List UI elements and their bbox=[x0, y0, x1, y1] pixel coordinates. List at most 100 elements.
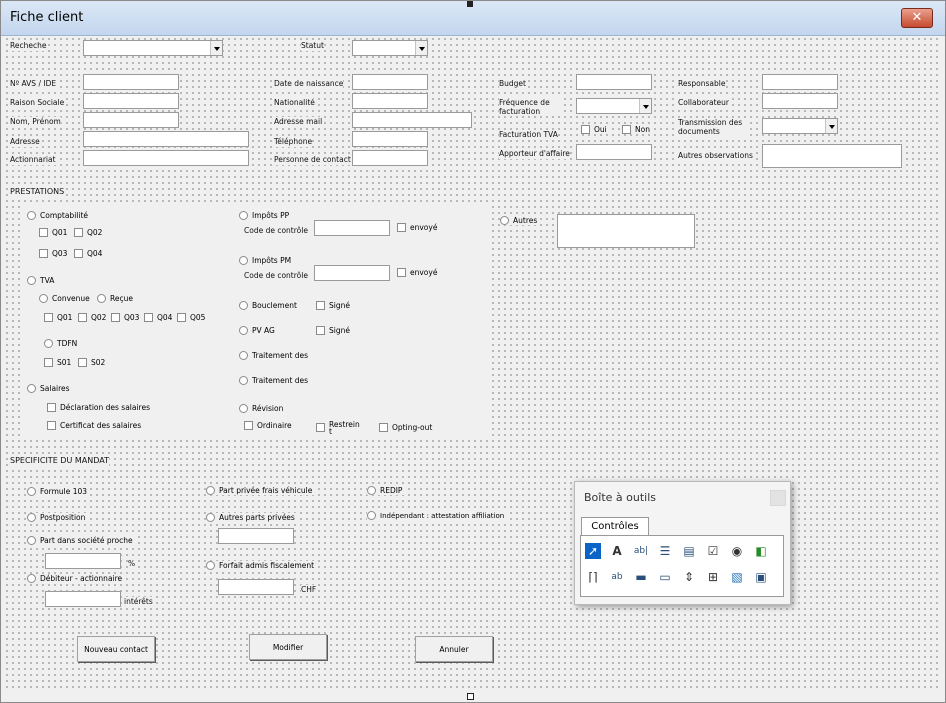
tabstrip-icon[interactable]: ▬ bbox=[633, 569, 649, 585]
traitement1-option[interactable]: Traitement des bbox=[239, 351, 311, 360]
ordinaire-checkbox[interactable]: Ordinaire bbox=[244, 421, 294, 430]
oui-checkbox[interactable]: Oui bbox=[581, 125, 609, 134]
autres-observations-field[interactable] bbox=[762, 144, 902, 168]
telephone-field[interactable] bbox=[352, 131, 428, 147]
multipage-icon[interactable]: ▭ bbox=[657, 569, 673, 585]
combobox-icon[interactable]: ☰ bbox=[657, 543, 673, 559]
independant-option[interactable]: Indépendant : attestation affiliation bbox=[367, 511, 507, 520]
q03-checkbox[interactable]: Q03 bbox=[39, 249, 70, 258]
non-checkbox[interactable]: Non bbox=[622, 125, 652, 134]
date-naissance-field[interactable] bbox=[352, 74, 428, 90]
forfait-option[interactable]: Forfait admis fiscalement bbox=[206, 561, 317, 570]
pv-ag-option[interactable]: PV AG bbox=[239, 326, 277, 335]
code-controle-pp-field[interactable] bbox=[314, 220, 390, 236]
certificat-checkbox[interactable]: Certificat des salaires bbox=[47, 421, 144, 430]
scrollbar-icon[interactable]: ⇕ bbox=[681, 569, 697, 585]
interets-field[interactable] bbox=[45, 591, 121, 607]
select-objects-icon[interactable]: ➚ bbox=[585, 543, 601, 559]
declaration-checkbox[interactable]: Déclaration des salaires bbox=[47, 403, 152, 412]
envoye-pm-checkbox[interactable]: envoyé bbox=[397, 268, 440, 277]
tva-q02-checkbox[interactable]: Q02 bbox=[78, 313, 109, 322]
debiteur-option[interactable]: Débiteur - actionnaire bbox=[27, 574, 125, 583]
postposition-option[interactable]: Postposition bbox=[27, 513, 88, 522]
textbox-icon[interactable]: ab| bbox=[633, 543, 649, 559]
tva-q05-checkbox[interactable]: Q05 bbox=[177, 313, 208, 322]
autres-field[interactable] bbox=[557, 214, 695, 248]
forfait-field[interactable] bbox=[218, 579, 294, 595]
recheche-combobox[interactable] bbox=[83, 40, 223, 56]
part-societe-option[interactable]: Part dans société proche bbox=[27, 536, 135, 545]
frame-icon[interactable]: ⌈⌉ bbox=[585, 569, 601, 585]
adresse-field[interactable] bbox=[83, 131, 249, 147]
label-icon[interactable]: A bbox=[609, 543, 625, 559]
nouveau-contact-button[interactable]: Nouveau contact bbox=[77, 636, 155, 662]
tva-q01-checkbox[interactable]: Q01 bbox=[44, 313, 75, 322]
impots-pp-option[interactable]: Impôts PP bbox=[239, 211, 292, 220]
convenue-option[interactable]: Convenue bbox=[39, 294, 92, 303]
impots-pm-option[interactable]: Impôts PM bbox=[239, 256, 294, 265]
bouclement-option[interactable]: Bouclement bbox=[239, 301, 299, 310]
formule-103-option[interactable]: Formule 103 bbox=[27, 487, 90, 496]
personne-contact-field[interactable] bbox=[352, 150, 428, 166]
envoye-pp-checkbox[interactable]: envoyé bbox=[397, 223, 440, 232]
code-controle-pm-field[interactable] bbox=[314, 265, 390, 281]
form-design-canvas[interactable]: Recheche Statut Nº AVS / IDE Raison Soci… bbox=[4, 36, 942, 690]
apporteur-field[interactable] bbox=[576, 144, 652, 160]
resize-handle-top[interactable] bbox=[467, 1, 473, 7]
tva-option[interactable]: TVA bbox=[27, 276, 57, 285]
commandbutton-icon[interactable]: ab bbox=[609, 569, 625, 585]
part-societe-field[interactable] bbox=[45, 553, 121, 569]
traitement2-option[interactable]: Traitement des bbox=[239, 376, 311, 385]
adresse-mail-field[interactable] bbox=[352, 112, 472, 128]
nom-prenom-field[interactable] bbox=[83, 112, 179, 128]
listbox-icon[interactable]: ▤ bbox=[681, 543, 697, 559]
annuler-button[interactable]: Annuler bbox=[415, 636, 493, 662]
transmission-combobox[interactable] bbox=[762, 118, 838, 134]
toolbox-close-icon[interactable] bbox=[770, 490, 786, 506]
optionbutton-icon[interactable]: ◉ bbox=[729, 543, 745, 559]
checkbox-icon[interactable]: ☑ bbox=[705, 543, 721, 559]
frequence-combobox[interactable] bbox=[576, 98, 652, 114]
revision-option[interactable]: Révision bbox=[239, 404, 286, 413]
part-privee-option[interactable]: Part privée frais véhicule bbox=[206, 486, 315, 495]
chevron-down-icon[interactable] bbox=[825, 119, 837, 133]
collaborateur-field[interactable] bbox=[762, 93, 838, 109]
responsable-field[interactable] bbox=[762, 74, 838, 90]
actionnariat-field[interactable] bbox=[83, 150, 249, 166]
togglebutton-icon[interactable]: ◧ bbox=[753, 543, 769, 559]
nationalite-field[interactable] bbox=[352, 93, 428, 109]
refedit-icon[interactable]: ▣ bbox=[753, 569, 769, 585]
toolbox-palette[interactable]: Boîte à outils Contrôles ➚ A ab| ☰ ▤ ☑ ◉… bbox=[574, 481, 791, 605]
autres-parts-option[interactable]: Autres parts privées bbox=[206, 513, 297, 522]
autres-parts-field[interactable] bbox=[218, 528, 294, 544]
q01-checkbox[interactable]: Q01 bbox=[39, 228, 70, 237]
salaires-option[interactable]: Salaires bbox=[27, 384, 72, 393]
tva-q04-checkbox[interactable]: Q04 bbox=[144, 313, 175, 322]
close-button[interactable]: ✕ bbox=[901, 8, 933, 28]
chevron-down-icon[interactable] bbox=[210, 41, 222, 55]
chevron-down-icon[interactable] bbox=[639, 99, 651, 113]
bouclement-signe-checkbox[interactable]: Signé bbox=[316, 301, 352, 310]
statut-combobox[interactable] bbox=[352, 40, 428, 56]
restrein-checkbox[interactable]: Restrein t bbox=[316, 421, 362, 435]
resize-handle-bottom[interactable] bbox=[467, 693, 474, 700]
comptabilite-option[interactable]: Comptabilité bbox=[27, 211, 90, 220]
tab-controles[interactable]: Contrôles bbox=[581, 517, 649, 536]
spinbutton-icon[interactable]: ⊞ bbox=[705, 569, 721, 585]
autres-option[interactable]: Autres bbox=[500, 216, 540, 225]
modifier-button[interactable]: Modifier bbox=[249, 634, 327, 660]
s02-checkbox[interactable]: S02 bbox=[78, 358, 108, 367]
tva-q03-checkbox[interactable]: Q03 bbox=[111, 313, 142, 322]
raison-sociale-field[interactable] bbox=[83, 93, 179, 109]
avs-field[interactable] bbox=[83, 74, 179, 90]
tdfn-option[interactable]: TDFN bbox=[44, 339, 80, 348]
pv-ag-signe-checkbox[interactable]: Signé bbox=[316, 326, 352, 335]
image-icon[interactable]: ▧ bbox=[729, 569, 745, 585]
opting-out-checkbox[interactable]: Opting-out bbox=[379, 423, 435, 432]
chevron-down-icon[interactable] bbox=[415, 41, 427, 55]
q02-checkbox[interactable]: Q02 bbox=[74, 228, 105, 237]
s01-checkbox[interactable]: S01 bbox=[44, 358, 74, 367]
q04-checkbox[interactable]: Q04 bbox=[74, 249, 105, 258]
recue-option[interactable]: Reçue bbox=[97, 294, 135, 303]
budget-field[interactable] bbox=[576, 74, 652, 90]
